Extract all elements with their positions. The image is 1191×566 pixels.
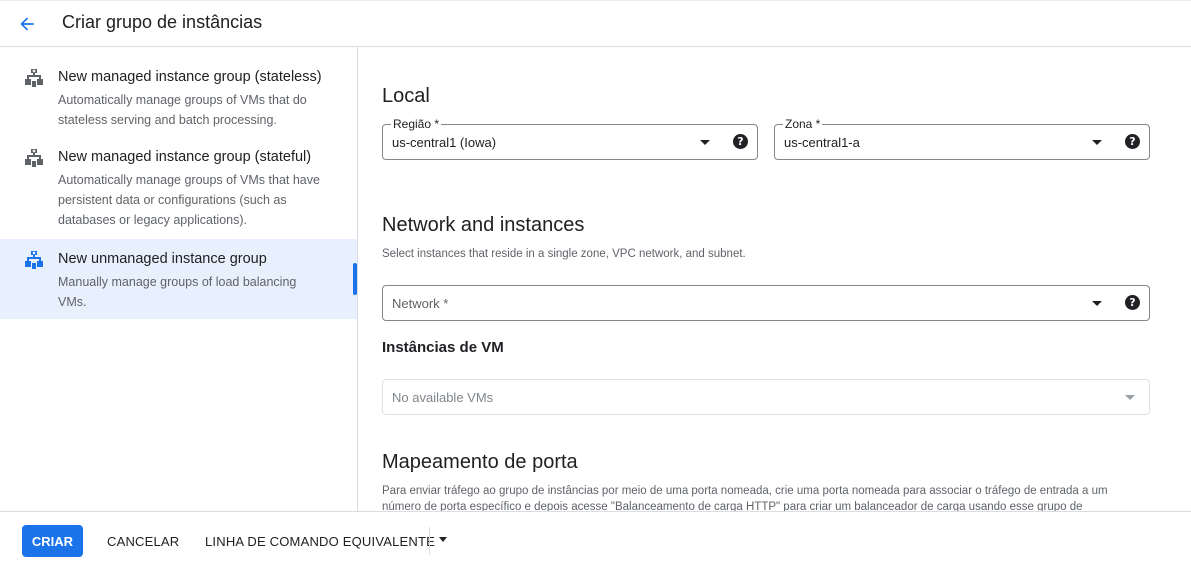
page-title: Criar grupo de instâncias xyxy=(62,12,263,32)
region-label: Região * xyxy=(391,117,442,131)
section-title-local: Local xyxy=(382,85,430,107)
region-select[interactable]: Região * us-central1 (Iowa) ? xyxy=(382,117,758,160)
zone-label: Zona * xyxy=(783,117,823,131)
option-description: Automatically manage groups of VMs that … xyxy=(58,173,320,227)
dropdown-arrow-icon xyxy=(1125,395,1135,400)
section-title-network: Network and instances xyxy=(382,214,585,236)
form-content: Local Região * us-central1 (Iowa) ? Zona… xyxy=(358,47,1191,511)
zone-select[interactable]: Zona * us-central1-a ? xyxy=(774,117,1150,160)
option-title: New managed instance group (stateful) xyxy=(58,149,312,165)
option-title: New unmanaged instance group xyxy=(58,251,267,267)
network-helper-text: Select instances that reside in a single… xyxy=(382,248,746,260)
page-header: Criar grupo de instâncias xyxy=(0,0,1191,47)
more-options-dropdown[interactable] xyxy=(436,532,452,548)
zone-value: us-central1-a xyxy=(784,135,860,150)
arrow-back-icon xyxy=(20,17,34,31)
dropdown-arrow-icon xyxy=(439,537,447,542)
instance-group-icon xyxy=(25,251,43,269)
option-description: Manually manage groups of load balancing… xyxy=(58,275,297,309)
section-title-port-mapping: Mapeamento de porta xyxy=(382,451,578,473)
dropdown-arrow-icon xyxy=(1092,140,1102,145)
create-button[interactable]: CRIAR xyxy=(22,525,83,557)
region-value: us-central1 (Iowa) xyxy=(392,135,497,150)
action-bar: CRIAR CANCELAR LINHA DE COMANDO EQUIVALE… xyxy=(0,511,1191,566)
instance-group-icon xyxy=(25,149,43,167)
help-icon[interactable]: ? xyxy=(1125,295,1140,310)
option-managed-stateful[interactable]: New managed instance group (stateful) Au… xyxy=(0,137,357,239)
instance-group-icon xyxy=(25,69,43,87)
vm-instances-title: Instâncias de VM xyxy=(382,339,504,356)
option-description: Automatically manage groups of VMs that … xyxy=(58,93,307,127)
network-select[interactable]: Network * ? xyxy=(382,285,1150,321)
selection-indicator xyxy=(353,263,357,295)
vm-instances-select[interactable]: No available VMs xyxy=(382,379,1150,415)
cancel-button[interactable]: CANCELAR xyxy=(107,525,179,557)
back-button[interactable] xyxy=(14,11,40,37)
equivalent-command-line-button[interactable]: LINHA DE COMANDO EQUIVALENTE xyxy=(205,525,435,557)
instance-group-type-list: New managed instance group (stateless) A… xyxy=(0,47,358,511)
help-icon[interactable]: ? xyxy=(1125,134,1140,149)
option-unmanaged[interactable]: New unmanaged instance group Manually ma… xyxy=(0,239,357,319)
divider xyxy=(429,527,430,555)
port-mapping-description: Para enviar tráfego ao grupo de instânci… xyxy=(382,485,1108,511)
vm-placeholder: No available VMs xyxy=(392,390,494,405)
network-placeholder: Network * xyxy=(392,296,449,311)
dropdown-arrow-icon xyxy=(700,140,710,145)
dropdown-arrow-icon xyxy=(1092,301,1102,306)
help-icon[interactable]: ? xyxy=(733,134,748,149)
option-title: New managed instance group (stateless) xyxy=(58,69,322,85)
option-managed-stateless[interactable]: New managed instance group (stateless) A… xyxy=(0,57,357,137)
